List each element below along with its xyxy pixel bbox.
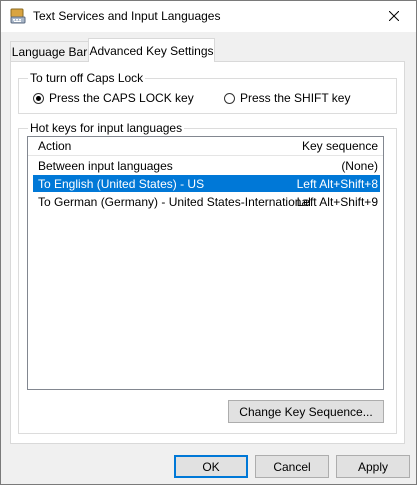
- list-header: Action Key sequence: [28, 137, 383, 156]
- change-key-sequence-button[interactable]: Change Key Sequence...: [228, 400, 384, 423]
- row-key-sequence: Left Alt+Shift+8: [296, 177, 378, 191]
- radio-shift-label: Press the SHIFT key: [240, 91, 351, 105]
- keyboard-icon: [10, 8, 26, 24]
- apply-button[interactable]: Apply: [336, 455, 410, 478]
- caps-lock-group-label: To turn off Caps Lock: [28, 71, 146, 85]
- radio-caps-lock-label: Press the CAPS LOCK key: [49, 91, 194, 105]
- dialog-window: Text Services and Input Languages Langua…: [0, 0, 417, 485]
- table-row-selected[interactable]: To English (United States) - US Left Alt…: [33, 175, 380, 192]
- row-action: Between input languages: [38, 159, 173, 173]
- close-button[interactable]: [371, 1, 416, 32]
- tab-language-bar[interactable]: Language Bar: [10, 41, 89, 61]
- tab-advanced-key-settings[interactable]: Advanced Key Settings: [88, 38, 215, 62]
- cancel-button[interactable]: Cancel: [255, 455, 329, 478]
- column-header-key-sequence[interactable]: Key sequence: [302, 139, 378, 153]
- hotkeys-list[interactable]: Action Key sequence Between input langua…: [27, 136, 384, 390]
- table-row[interactable]: To German (Germany) - United States-Inte…: [33, 193, 380, 210]
- row-action: To German (Germany) - United States-Inte…: [38, 195, 311, 209]
- window-title: Text Services and Input Languages: [33, 9, 221, 23]
- radio-unselected-icon: [224, 92, 235, 104]
- radio-selected-icon: [33, 92, 44, 104]
- row-key-sequence: (None): [341, 159, 378, 173]
- ok-button[interactable]: OK: [174, 455, 248, 478]
- radio-shift-key[interactable]: Press the SHIFT key: [224, 90, 350, 106]
- table-row[interactable]: Between input languages (None): [33, 157, 380, 174]
- radio-caps-lock-key[interactable]: Press the CAPS LOCK key: [33, 90, 194, 106]
- hotkeys-group-label: Hot keys for input languages: [28, 121, 185, 135]
- column-header-action[interactable]: Action: [38, 139, 71, 153]
- row-key-sequence: Left Alt+Shift+9: [296, 195, 378, 209]
- title-bar[interactable]: Text Services and Input Languages: [1, 1, 416, 32]
- row-action: To English (United States) - US: [38, 177, 205, 191]
- close-icon: [388, 10, 399, 24]
